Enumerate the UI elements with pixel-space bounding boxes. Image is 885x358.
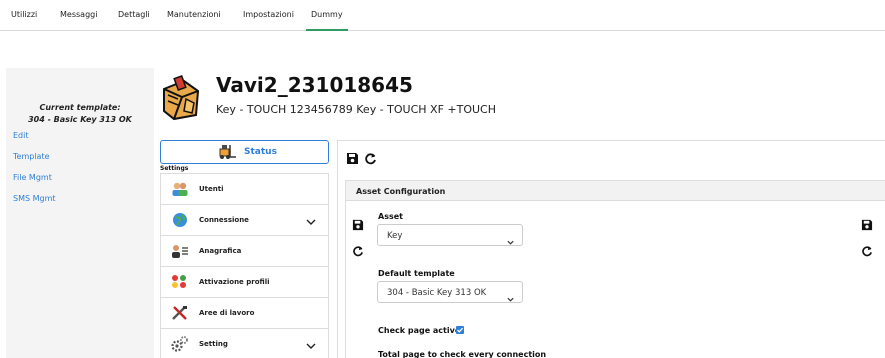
- page-subtitle: Key - TOUCH 123456789 Key - TOUCH XF +TO…: [216, 103, 497, 116]
- menu-item-label: Aree di lavoro: [199, 309, 255, 317]
- asset-select-value: Key: [387, 231, 403, 241]
- tab-dettagli[interactable]: Dettagli: [118, 10, 150, 19]
- current-template: Current template: 304 - Basic Key 313 OK: [6, 102, 154, 126]
- users-icon: [171, 181, 189, 197]
- refresh-icon[interactable]: [364, 150, 377, 169]
- save-icon[interactable]: [352, 216, 364, 235]
- menu-item-label: Anagrafica: [199, 247, 242, 255]
- menu-item-setting[interactable]: Setting: [161, 329, 328, 358]
- total-page-label: Total page to check every connection: [378, 350, 547, 358]
- tab-messaggi[interactable]: Messaggi: [60, 10, 97, 19]
- refresh-icon[interactable]: [861, 242, 873, 261]
- sidebar-link-sms-mgmt[interactable]: SMS Mgmt: [13, 194, 56, 203]
- chevron-down-icon: [506, 289, 515, 308]
- menu-item-label: Attivazione profili: [199, 278, 270, 286]
- sidebar: Current template: 304 - Basic Key 313 OK…: [6, 68, 154, 358]
- tab-manutenzioni[interactable]: Manutenzioni: [167, 10, 221, 19]
- page-title: Vavi2_231018645: [216, 73, 413, 97]
- chevron-down-icon[interactable]: [305, 337, 317, 356]
- gears-icon: [171, 336, 189, 352]
- menu-item-label: Connessione: [199, 216, 249, 224]
- menu-item-attivazione-profili[interactable]: Attivazione profili: [161, 267, 328, 298]
- toolbox-icon: [160, 75, 202, 121]
- sidebar-link-file-mgmt[interactable]: File Mgmt: [13, 173, 52, 182]
- card-title: Asset Configuration: [356, 187, 446, 196]
- default-template-select[interactable]: 304 - Basic Key 313 OK: [377, 281, 523, 303]
- asset-label: Asset: [378, 212, 403, 221]
- status-button[interactable]: Status: [160, 140, 329, 164]
- tab-utilizzi[interactable]: Utilizzi: [11, 10, 37, 19]
- traffic-light-icon: [171, 274, 189, 290]
- current-template-value: 304 - Basic Key 313 OK: [28, 115, 132, 124]
- top-nav: Utilizzi Messaggi Dettagli Manutenzioni …: [0, 0, 885, 31]
- globe-icon: [171, 212, 189, 228]
- sidebar-link-template[interactable]: Template: [13, 152, 50, 161]
- menu-item-connessione[interactable]: Connessione: [161, 205, 328, 236]
- settings-menu: Utenti Connessione Anagrafica Attivazion…: [160, 173, 329, 358]
- save-icon[interactable]: [861, 216, 873, 235]
- save-icon[interactable]: [346, 150, 359, 169]
- menu-item-label: Utenti: [199, 185, 224, 193]
- tab-impostazioni[interactable]: Impostazioni: [243, 10, 294, 19]
- check-page-active-label: Check page active: [378, 326, 461, 335]
- menu-item-anagrafica[interactable]: Anagrafica: [161, 236, 328, 267]
- settings-heading: Settings: [160, 165, 189, 172]
- default-template-select-value: 304 - Basic Key 313 OK: [387, 288, 487, 298]
- card-header: Asset Configuration: [346, 181, 885, 201]
- default-template-label: Default template: [378, 269, 455, 278]
- check-page-active-checkbox[interactable]: [456, 326, 464, 334]
- menu-item-aree-di-lavoro[interactable]: Aree di lavoro: [161, 298, 328, 329]
- menu-item-utenti[interactable]: Utenti: [161, 174, 328, 205]
- chevron-down-icon[interactable]: [305, 213, 317, 232]
- status-button-label: Status: [244, 147, 277, 157]
- refresh-icon[interactable]: [352, 242, 364, 261]
- tab-dummy[interactable]: Dummy: [311, 10, 343, 19]
- id-card-icon: [171, 243, 189, 259]
- active-tab-indicator: [306, 29, 348, 31]
- current-template-label: Current template:: [39, 103, 121, 112]
- chevron-down-icon: [506, 232, 515, 251]
- asset-select[interactable]: Key: [377, 224, 523, 246]
- sidebar-link-edit[interactable]: Edit: [13, 131, 29, 140]
- forklift-icon: [218, 144, 238, 164]
- tools-icon: [171, 305, 189, 321]
- menu-item-label: Setting: [199, 340, 228, 348]
